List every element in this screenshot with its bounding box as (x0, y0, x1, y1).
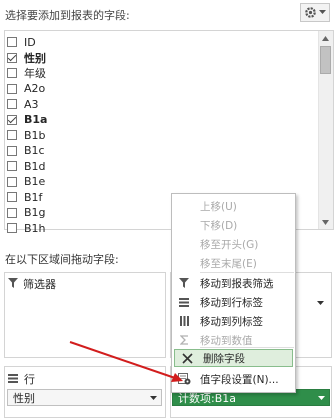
annotation-arrow (69, 341, 183, 382)
